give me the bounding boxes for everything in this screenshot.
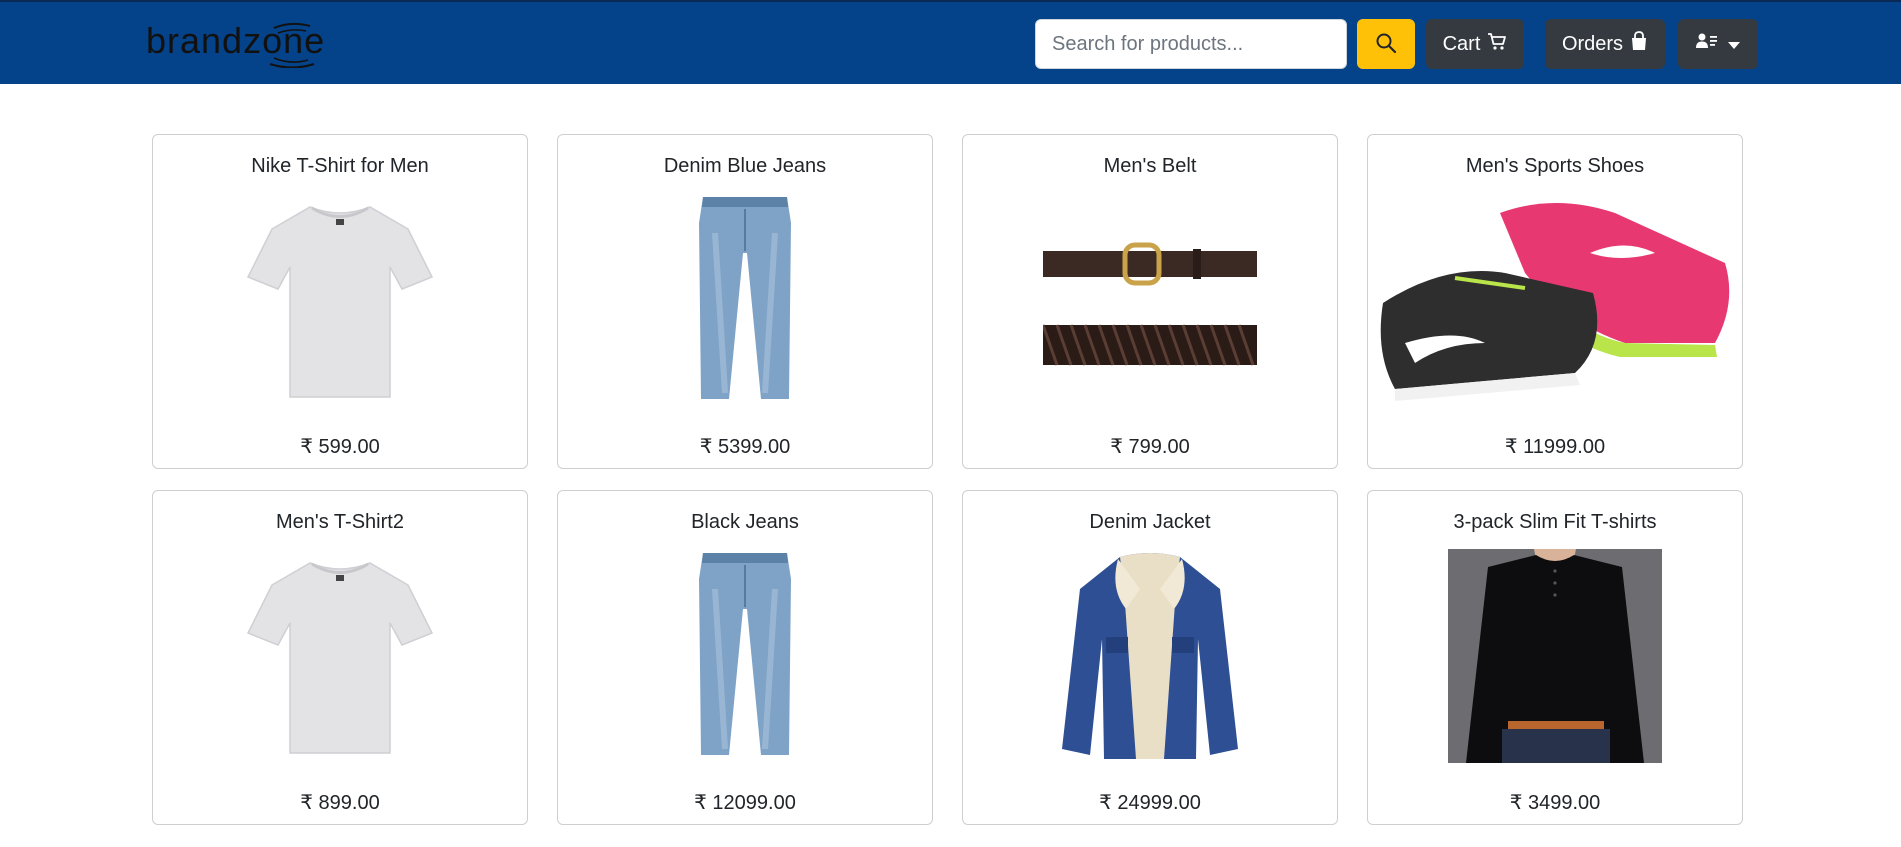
product-price: ₹ 899.00	[300, 792, 380, 814]
product-image[interactable]	[963, 549, 1337, 763]
cart-icon	[1487, 31, 1507, 57]
product-image[interactable]	[1368, 549, 1742, 763]
sports-shoes-image	[1380, 203, 1730, 401]
product-price: ₹ 599.00	[300, 436, 380, 458]
grey-tshirt-image	[246, 562, 434, 754]
chevron-down-icon	[1728, 33, 1740, 56]
grey-tshirt-image	[246, 206, 434, 398]
product-card[interactable]: Denim Blue Jeans ₹ 5399.00	[557, 134, 933, 469]
product-image[interactable]	[963, 193, 1337, 407]
search-icon	[1375, 32, 1397, 57]
product-title[interactable]: Denim Jacket	[963, 511, 1337, 534]
belt-image	[1043, 242, 1257, 366]
brand-wordmark: brandzone	[146, 20, 325, 61]
cart-button[interactable]: Cart	[1426, 19, 1524, 69]
product-title[interactable]: Men's Belt	[963, 155, 1337, 178]
user-menu-button[interactable]	[1678, 19, 1758, 69]
product-price: ₹ 24999.00	[1099, 792, 1201, 814]
product-card[interactable]: Black Jeans ₹ 12099.00	[557, 490, 933, 825]
product-card[interactable]: Men's T-Shirt2 ₹ 899.00	[152, 490, 528, 825]
product-card[interactable]: Denim Jacket ₹ 24999.00	[962, 490, 1338, 825]
shopping-bag-icon	[1630, 31, 1648, 57]
product-card[interactable]: Men's Belt ₹ 799.00	[962, 134, 1338, 469]
orders-label: Orders	[1561, 32, 1624, 55]
denim-jacket-image	[1062, 553, 1238, 759]
search-button[interactable]	[1357, 19, 1415, 69]
top-navbar: brandzone Cart Orders	[0, 0, 1901, 84]
product-card[interactable]: 3-pack Slim Fit T-shirts ₹ 3499.00	[1367, 490, 1743, 825]
product-card[interactable]: Nike T-Shirt for Men ₹ 599.00	[152, 134, 528, 469]
product-price: ₹ 3499.00	[1509, 792, 1601, 814]
product-price: ₹ 799.00	[1110, 436, 1190, 458]
product-image[interactable]	[1368, 193, 1742, 407]
user-card-icon	[1696, 32, 1718, 56]
blue-jeans-image	[699, 197, 791, 399]
product-image[interactable]	[558, 193, 932, 407]
product-price: ₹ 11999.00	[1504, 436, 1606, 458]
product-card[interactable]: Men's Sports Shoes ₹ 11999.00	[1367, 134, 1743, 469]
brand-logo[interactable]: brandzone	[146, 18, 356, 69]
product-title[interactable]: 3-pack Slim Fit T-shirts	[1368, 511, 1742, 534]
black-henley-tshirt-image	[1448, 549, 1662, 763]
search-input[interactable]	[1035, 19, 1347, 69]
product-title[interactable]: Men's Sports Shoes	[1368, 155, 1742, 178]
product-price: ₹ 5399.00	[699, 436, 791, 458]
product-title[interactable]: Denim Blue Jeans	[558, 155, 932, 178]
product-title[interactable]: Black Jeans	[558, 511, 932, 534]
product-title[interactable]: Men's T-Shirt2	[153, 511, 527, 534]
orders-button[interactable]: Orders	[1545, 19, 1665, 69]
cart-label: Cart	[1442, 32, 1481, 55]
product-title[interactable]: Nike T-Shirt for Men	[153, 155, 527, 178]
product-price: ₹ 12099.00	[694, 792, 796, 814]
product-image[interactable]	[558, 549, 932, 763]
product-image[interactable]	[153, 549, 527, 763]
blue-jeans-image	[699, 553, 791, 755]
product-image[interactable]	[153, 193, 527, 407]
